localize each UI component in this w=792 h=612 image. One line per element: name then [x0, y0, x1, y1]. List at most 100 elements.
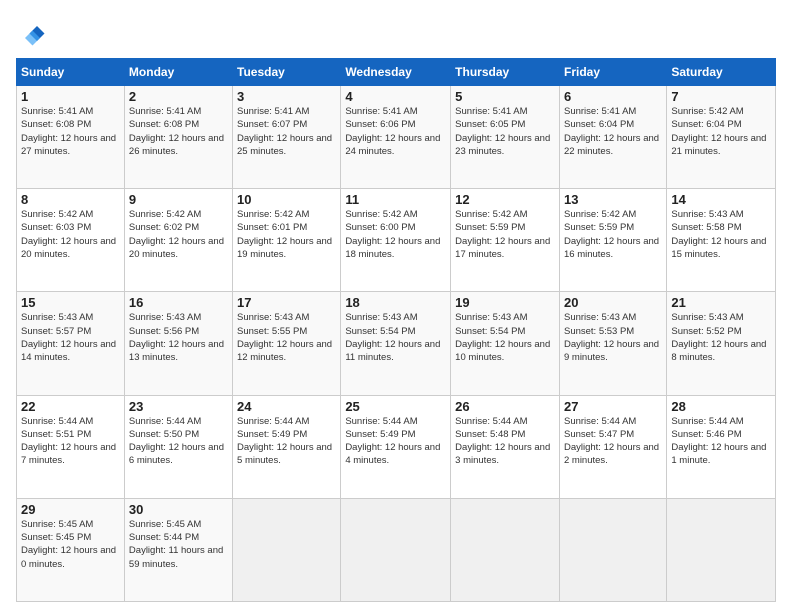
day-cell: 14 Sunrise: 5:43 AMSunset: 5:58 PMDaylig… — [667, 189, 776, 292]
day-info: Sunrise: 5:42 AMSunset: 6:02 PMDaylight:… — [129, 209, 224, 260]
day-info: Sunrise: 5:41 AMSunset: 6:05 PMDaylight:… — [455, 106, 550, 157]
week-row-3: 15 Sunrise: 5:43 AMSunset: 5:57 PMDaylig… — [17, 292, 776, 395]
day-number: 11 — [345, 192, 446, 207]
day-cell: 13 Sunrise: 5:42 AMSunset: 5:59 PMDaylig… — [559, 189, 666, 292]
day-number: 22 — [21, 399, 120, 414]
week-row-4: 22 Sunrise: 5:44 AMSunset: 5:51 PMDaylig… — [17, 395, 776, 498]
day-info: Sunrise: 5:43 AMSunset: 5:56 PMDaylight:… — [129, 312, 224, 363]
day-info: Sunrise: 5:42 AMSunset: 6:03 PMDaylight:… — [21, 209, 116, 260]
day-cell — [559, 498, 666, 601]
day-number: 13 — [564, 192, 662, 207]
day-cell: 17 Sunrise: 5:43 AMSunset: 5:55 PMDaylig… — [233, 292, 341, 395]
day-cell: 25 Sunrise: 5:44 AMSunset: 5:49 PMDaylig… — [341, 395, 451, 498]
day-info: Sunrise: 5:43 AMSunset: 5:55 PMDaylight:… — [237, 312, 332, 363]
day-number: 17 — [237, 295, 336, 310]
week-row-1: 1 Sunrise: 5:41 AMSunset: 6:08 PMDayligh… — [17, 86, 776, 189]
calendar-table: SundayMondayTuesdayWednesdayThursdayFrid… — [16, 58, 776, 602]
day-info: Sunrise: 5:45 AMSunset: 5:44 PMDaylight:… — [129, 519, 223, 570]
week-row-2: 8 Sunrise: 5:42 AMSunset: 6:03 PMDayligh… — [17, 189, 776, 292]
day-info: Sunrise: 5:43 AMSunset: 5:57 PMDaylight:… — [21, 312, 116, 363]
day-info: Sunrise: 5:44 AMSunset: 5:49 PMDaylight:… — [237, 416, 332, 467]
page: SundayMondayTuesdayWednesdayThursdayFrid… — [0, 0, 792, 612]
day-info: Sunrise: 5:43 AMSunset: 5:54 PMDaylight:… — [455, 312, 550, 363]
day-number: 3 — [237, 89, 336, 104]
day-cell: 24 Sunrise: 5:44 AMSunset: 5:49 PMDaylig… — [233, 395, 341, 498]
day-cell: 11 Sunrise: 5:42 AMSunset: 6:00 PMDaylig… — [341, 189, 451, 292]
day-cell: 6 Sunrise: 5:41 AMSunset: 6:04 PMDayligh… — [559, 86, 666, 189]
day-info: Sunrise: 5:44 AMSunset: 5:48 PMDaylight:… — [455, 416, 550, 467]
day-cell — [451, 498, 560, 601]
day-info: Sunrise: 5:42 AMSunset: 5:59 PMDaylight:… — [455, 209, 550, 260]
day-number: 6 — [564, 89, 662, 104]
day-cell: 28 Sunrise: 5:44 AMSunset: 5:46 PMDaylig… — [667, 395, 776, 498]
day-info: Sunrise: 5:42 AMSunset: 6:01 PMDaylight:… — [237, 209, 332, 260]
day-number: 18 — [345, 295, 446, 310]
day-cell: 7 Sunrise: 5:42 AMSunset: 6:04 PMDayligh… — [667, 86, 776, 189]
day-number: 8 — [21, 192, 120, 207]
day-cell: 2 Sunrise: 5:41 AMSunset: 6:08 PMDayligh… — [124, 86, 232, 189]
day-number: 15 — [21, 295, 120, 310]
day-number: 14 — [671, 192, 771, 207]
logo-icon — [16, 20, 46, 50]
day-cell: 9 Sunrise: 5:42 AMSunset: 6:02 PMDayligh… — [124, 189, 232, 292]
day-info: Sunrise: 5:42 AMSunset: 6:00 PMDaylight:… — [345, 209, 440, 260]
day-number: 27 — [564, 399, 662, 414]
day-info: Sunrise: 5:44 AMSunset: 5:50 PMDaylight:… — [129, 416, 224, 467]
day-number: 30 — [129, 502, 228, 517]
weekday-header-thursday: Thursday — [451, 59, 560, 86]
day-info: Sunrise: 5:44 AMSunset: 5:51 PMDaylight:… — [21, 416, 116, 467]
day-cell: 12 Sunrise: 5:42 AMSunset: 5:59 PMDaylig… — [451, 189, 560, 292]
header — [16, 16, 776, 50]
day-cell — [667, 498, 776, 601]
day-info: Sunrise: 5:42 AMSunset: 6:04 PMDaylight:… — [671, 106, 766, 157]
day-cell: 23 Sunrise: 5:44 AMSunset: 5:50 PMDaylig… — [124, 395, 232, 498]
weekday-header-tuesday: Tuesday — [233, 59, 341, 86]
day-info: Sunrise: 5:43 AMSunset: 5:53 PMDaylight:… — [564, 312, 659, 363]
day-number: 10 — [237, 192, 336, 207]
day-number: 19 — [455, 295, 555, 310]
day-info: Sunrise: 5:43 AMSunset: 5:54 PMDaylight:… — [345, 312, 440, 363]
day-cell: 18 Sunrise: 5:43 AMSunset: 5:54 PMDaylig… — [341, 292, 451, 395]
week-row-5: 29 Sunrise: 5:45 AMSunset: 5:45 PMDaylig… — [17, 498, 776, 601]
day-cell: 4 Sunrise: 5:41 AMSunset: 6:06 PMDayligh… — [341, 86, 451, 189]
weekday-header-monday: Monday — [124, 59, 232, 86]
day-number: 21 — [671, 295, 771, 310]
logo — [16, 20, 50, 50]
day-number: 25 — [345, 399, 446, 414]
day-cell: 22 Sunrise: 5:44 AMSunset: 5:51 PMDaylig… — [17, 395, 125, 498]
day-number: 23 — [129, 399, 228, 414]
day-number: 4 — [345, 89, 446, 104]
day-info: Sunrise: 5:42 AMSunset: 5:59 PMDaylight:… — [564, 209, 659, 260]
day-number: 20 — [564, 295, 662, 310]
day-cell: 16 Sunrise: 5:43 AMSunset: 5:56 PMDaylig… — [124, 292, 232, 395]
day-info: Sunrise: 5:41 AMSunset: 6:06 PMDaylight:… — [345, 106, 440, 157]
day-number: 5 — [455, 89, 555, 104]
day-cell: 8 Sunrise: 5:42 AMSunset: 6:03 PMDayligh… — [17, 189, 125, 292]
day-cell: 30 Sunrise: 5:45 AMSunset: 5:44 PMDaylig… — [124, 498, 232, 601]
day-cell: 21 Sunrise: 5:43 AMSunset: 5:52 PMDaylig… — [667, 292, 776, 395]
day-number: 26 — [455, 399, 555, 414]
day-info: Sunrise: 5:44 AMSunset: 5:47 PMDaylight:… — [564, 416, 659, 467]
weekday-header-friday: Friday — [559, 59, 666, 86]
day-info: Sunrise: 5:43 AMSunset: 5:52 PMDaylight:… — [671, 312, 766, 363]
day-info: Sunrise: 5:41 AMSunset: 6:08 PMDaylight:… — [129, 106, 224, 157]
day-number: 2 — [129, 89, 228, 104]
day-cell: 20 Sunrise: 5:43 AMSunset: 5:53 PMDaylig… — [559, 292, 666, 395]
day-cell — [233, 498, 341, 601]
day-cell: 15 Sunrise: 5:43 AMSunset: 5:57 PMDaylig… — [17, 292, 125, 395]
day-number: 24 — [237, 399, 336, 414]
day-number: 16 — [129, 295, 228, 310]
day-number: 9 — [129, 192, 228, 207]
day-info: Sunrise: 5:41 AMSunset: 6:04 PMDaylight:… — [564, 106, 659, 157]
day-info: Sunrise: 5:41 AMSunset: 6:08 PMDaylight:… — [21, 106, 116, 157]
day-cell: 27 Sunrise: 5:44 AMSunset: 5:47 PMDaylig… — [559, 395, 666, 498]
weekday-header-row: SundayMondayTuesdayWednesdayThursdayFrid… — [17, 59, 776, 86]
day-info: Sunrise: 5:41 AMSunset: 6:07 PMDaylight:… — [237, 106, 332, 157]
day-info: Sunrise: 5:43 AMSunset: 5:58 PMDaylight:… — [671, 209, 766, 260]
day-info: Sunrise: 5:44 AMSunset: 5:49 PMDaylight:… — [345, 416, 440, 467]
weekday-header-wednesday: Wednesday — [341, 59, 451, 86]
weekday-header-sunday: Sunday — [17, 59, 125, 86]
day-number: 1 — [21, 89, 120, 104]
day-cell — [341, 498, 451, 601]
day-cell: 3 Sunrise: 5:41 AMSunset: 6:07 PMDayligh… — [233, 86, 341, 189]
